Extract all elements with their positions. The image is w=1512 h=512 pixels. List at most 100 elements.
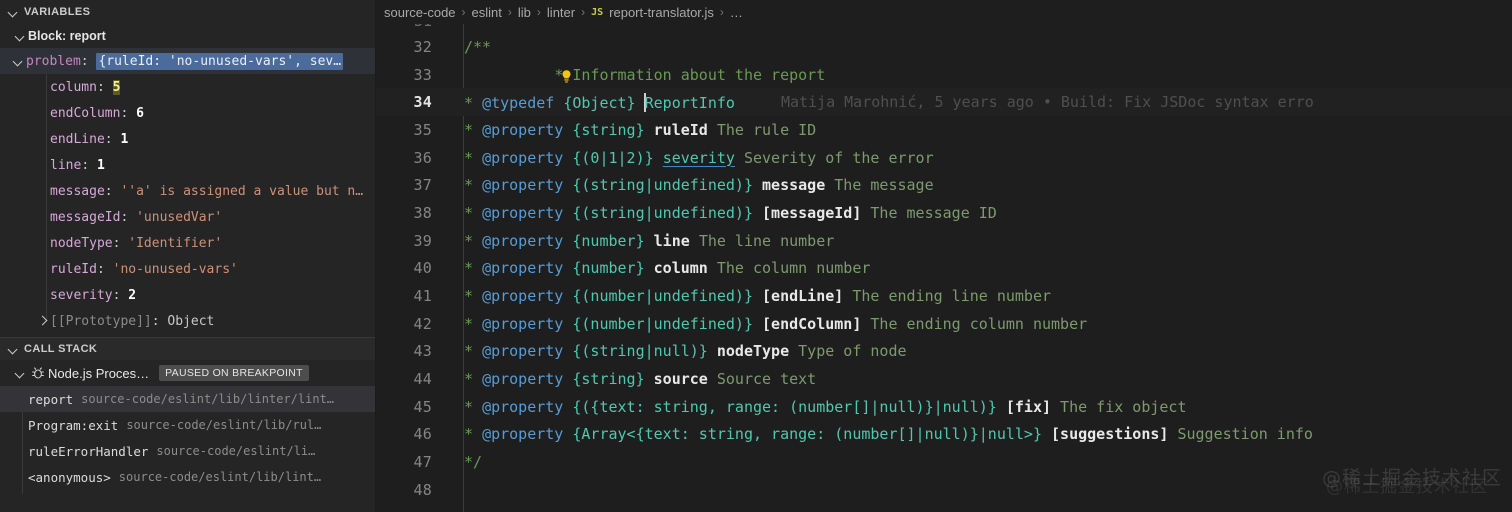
token-prop-name: source	[653, 370, 708, 389]
line-number: 47	[413, 453, 432, 472]
token-desc: The ending column number	[870, 314, 1088, 333]
line-number: 45	[413, 397, 432, 416]
line-content: * @property {number} line The line numbe…	[464, 231, 835, 250]
property-value: 2	[128, 287, 137, 303]
code-content[interactable]: 32 /** 33 * Information about the report	[376, 24, 1512, 512]
property-name: severity	[50, 287, 113, 303]
code-line[interactable]: 36 * @property {(0|1|2)} severity Severi…	[376, 144, 1512, 172]
variable-row[interactable]: line: 1	[0, 152, 375, 178]
token-desc: The column number	[716, 259, 871, 278]
token-prop-name: message	[762, 176, 826, 195]
property-name: messageId	[50, 209, 121, 225]
code-line[interactable]: 44 * @property {string} source Source te…	[376, 365, 1512, 393]
token-type: {Array<{text: string, range: (number[]|n…	[572, 425, 1042, 444]
frame-name: report	[28, 391, 74, 407]
call-stack-pane-header[interactable]: CALL STACK	[0, 337, 375, 360]
code-line[interactable]: 43 * @property {(string|null)} nodeType …	[376, 338, 1512, 366]
line-number: 43	[413, 342, 432, 361]
code-line[interactable]: 47 */	[376, 448, 1512, 476]
property-value: 5	[112, 79, 121, 95]
variable-row[interactable]: endColumn: 6	[0, 100, 375, 126]
token-desc: The message	[834, 176, 934, 195]
code-line[interactable]: 39 * @property {number} line The line nu…	[376, 227, 1512, 255]
code-line[interactable]: 40 * @property {number} column The colum…	[376, 255, 1512, 283]
variable-row-prototype[interactable]: [[Prototype]]: Object	[0, 308, 375, 334]
code-line[interactable]: 41 * @property {(number|undefined)} [end…	[376, 282, 1512, 310]
chevron-right-icon: ›	[719, 5, 724, 19]
debug-session-row[interactable]: Node.js Proces… PAUSED ON BREAKPOINT	[0, 360, 375, 386]
token-type: {(string|undefined)}	[572, 203, 753, 222]
token-jsdoc-tag: @property	[482, 259, 564, 278]
variable-row[interactable]: severity: 2	[0, 282, 375, 308]
code-line[interactable]: 45 * @property {({text: string, range: (…	[376, 393, 1512, 421]
code-line[interactable]: 35 * @property {string} ruleId The rule …	[376, 116, 1512, 144]
variable-row-problem[interactable]: problem: {ruleId: 'no-unused-vars', sev…	[0, 48, 375, 74]
variable-row[interactable]: ruleId: 'no-unused-vars'	[0, 256, 375, 282]
line-number: 35	[413, 120, 432, 139]
frame-name: <anonymous>	[28, 469, 111, 485]
property-name: endColumn	[50, 105, 121, 121]
variables-pane-header[interactable]: VARIABLES	[0, 0, 375, 23]
lightbulb-icon[interactable]	[452, 51, 571, 83]
token-jsdoc-tag: @property	[482, 287, 564, 306]
breadcrumb-item-eslint[interactable]: eslint	[472, 5, 502, 20]
variable-row[interactable]: messageId: 'unusedVar'	[0, 204, 375, 230]
call-stack-frame[interactable]: report source-code/eslint/lib/linter/lin…	[0, 386, 375, 412]
token-type: {(string|undefined)}	[572, 176, 753, 195]
variable-name: problem	[26, 53, 81, 69]
token-jsdoc-tag: @property	[482, 397, 564, 416]
code-line-active[interactable]: 34 * @typedef {Object} ReportInfo Matija…	[376, 88, 1512, 117]
token-jsdoc-tag: @property	[482, 425, 564, 444]
variable-row[interactable]: nodeType: 'Identifier'	[0, 230, 375, 256]
call-stack-frame[interactable]: ruleErrorHandler source-code/eslint/li…	[0, 438, 375, 464]
token-desc: Source text	[716, 370, 817, 389]
variable-row[interactable]: endLine: 1	[0, 126, 375, 152]
code-line[interactable]: 46 * @property {Array<{text: string, ran…	[376, 421, 1512, 449]
token-prop-name-link[interactable]: severity	[663, 149, 735, 167]
line-number: 46	[413, 425, 432, 444]
line-number: 44	[413, 370, 432, 389]
property-value: 6	[136, 105, 144, 121]
token-desc: Suggestion info	[1177, 425, 1313, 444]
code-line[interactable]: 42 * @property {(number|undefined)} [end…	[376, 310, 1512, 338]
token-jsdoc-tag: @property	[482, 370, 564, 389]
bug-icon	[30, 365, 46, 381]
code-line[interactable]: 38 * @property {(string|undefined)} [mes…	[376, 199, 1512, 227]
token-desc: Type of node	[798, 342, 907, 361]
chevron-down-icon	[12, 365, 28, 381]
property-value: 'Identifier'	[128, 235, 223, 251]
line-number: 38	[413, 203, 432, 222]
token-type: {(string|null)}	[572, 342, 708, 361]
frame-path: source-code/eslint/lib/lint…	[118, 470, 322, 484]
token-type: {(0|1|2)}	[572, 148, 654, 167]
token-type: {({text: string, range: (number[]|null)}…	[572, 397, 997, 416]
property-name: line	[50, 157, 82, 173]
code-line[interactable]: 48	[376, 476, 1512, 504]
line-content: * @property {(string|undefined)} [messag…	[464, 203, 997, 222]
variables-scope-block[interactable]: Block: report	[0, 23, 375, 48]
code-line[interactable]: 37 * @property {(string|undefined)} mess…	[376, 171, 1512, 199]
breadcrumb-item-source-code[interactable]: source-code	[384, 5, 456, 20]
line-number: 37	[413, 176, 432, 195]
line-number: 32	[413, 37, 432, 56]
token-prop-name: ruleId	[653, 120, 708, 139]
line-content: * @property {({text: string, range: (num…	[464, 397, 1187, 416]
code-line[interactable]: 33 * Information about the report	[376, 61, 1512, 89]
line-number: 41	[413, 287, 432, 306]
git-blame-annotation: Matija Marohnić, 5 years ago • Build: Fi…	[780, 93, 1314, 112]
variable-row[interactable]: column: 5	[0, 74, 375, 100]
line-number-active: 34	[413, 93, 432, 112]
token-jsdoc-tag: @property	[482, 231, 564, 250]
token-type: {string}	[572, 370, 645, 389]
line-content: * @typedef {Object} ReportInfo	[454, 92, 735, 112]
token-type: {number}	[572, 231, 645, 250]
breadcrumb-item-lib[interactable]: lib	[518, 5, 531, 20]
breadcrumb-item-file[interactable]: report-translator.js	[609, 5, 714, 20]
variable-row[interactable]: message: ''a' is assigned a value but n…	[0, 178, 375, 204]
breadcrumb-item-symbol[interactable]: …	[730, 5, 743, 20]
call-stack-frame[interactable]: <anonymous> source-code/eslint/lib/lint…	[0, 464, 375, 490]
line-number: 40	[413, 259, 432, 278]
call-stack-frame[interactable]: Program:exit source-code/eslint/lib/rul…	[0, 412, 375, 438]
breadcrumb-item-linter[interactable]: linter	[547, 5, 575, 20]
line-number: 36	[413, 148, 432, 167]
